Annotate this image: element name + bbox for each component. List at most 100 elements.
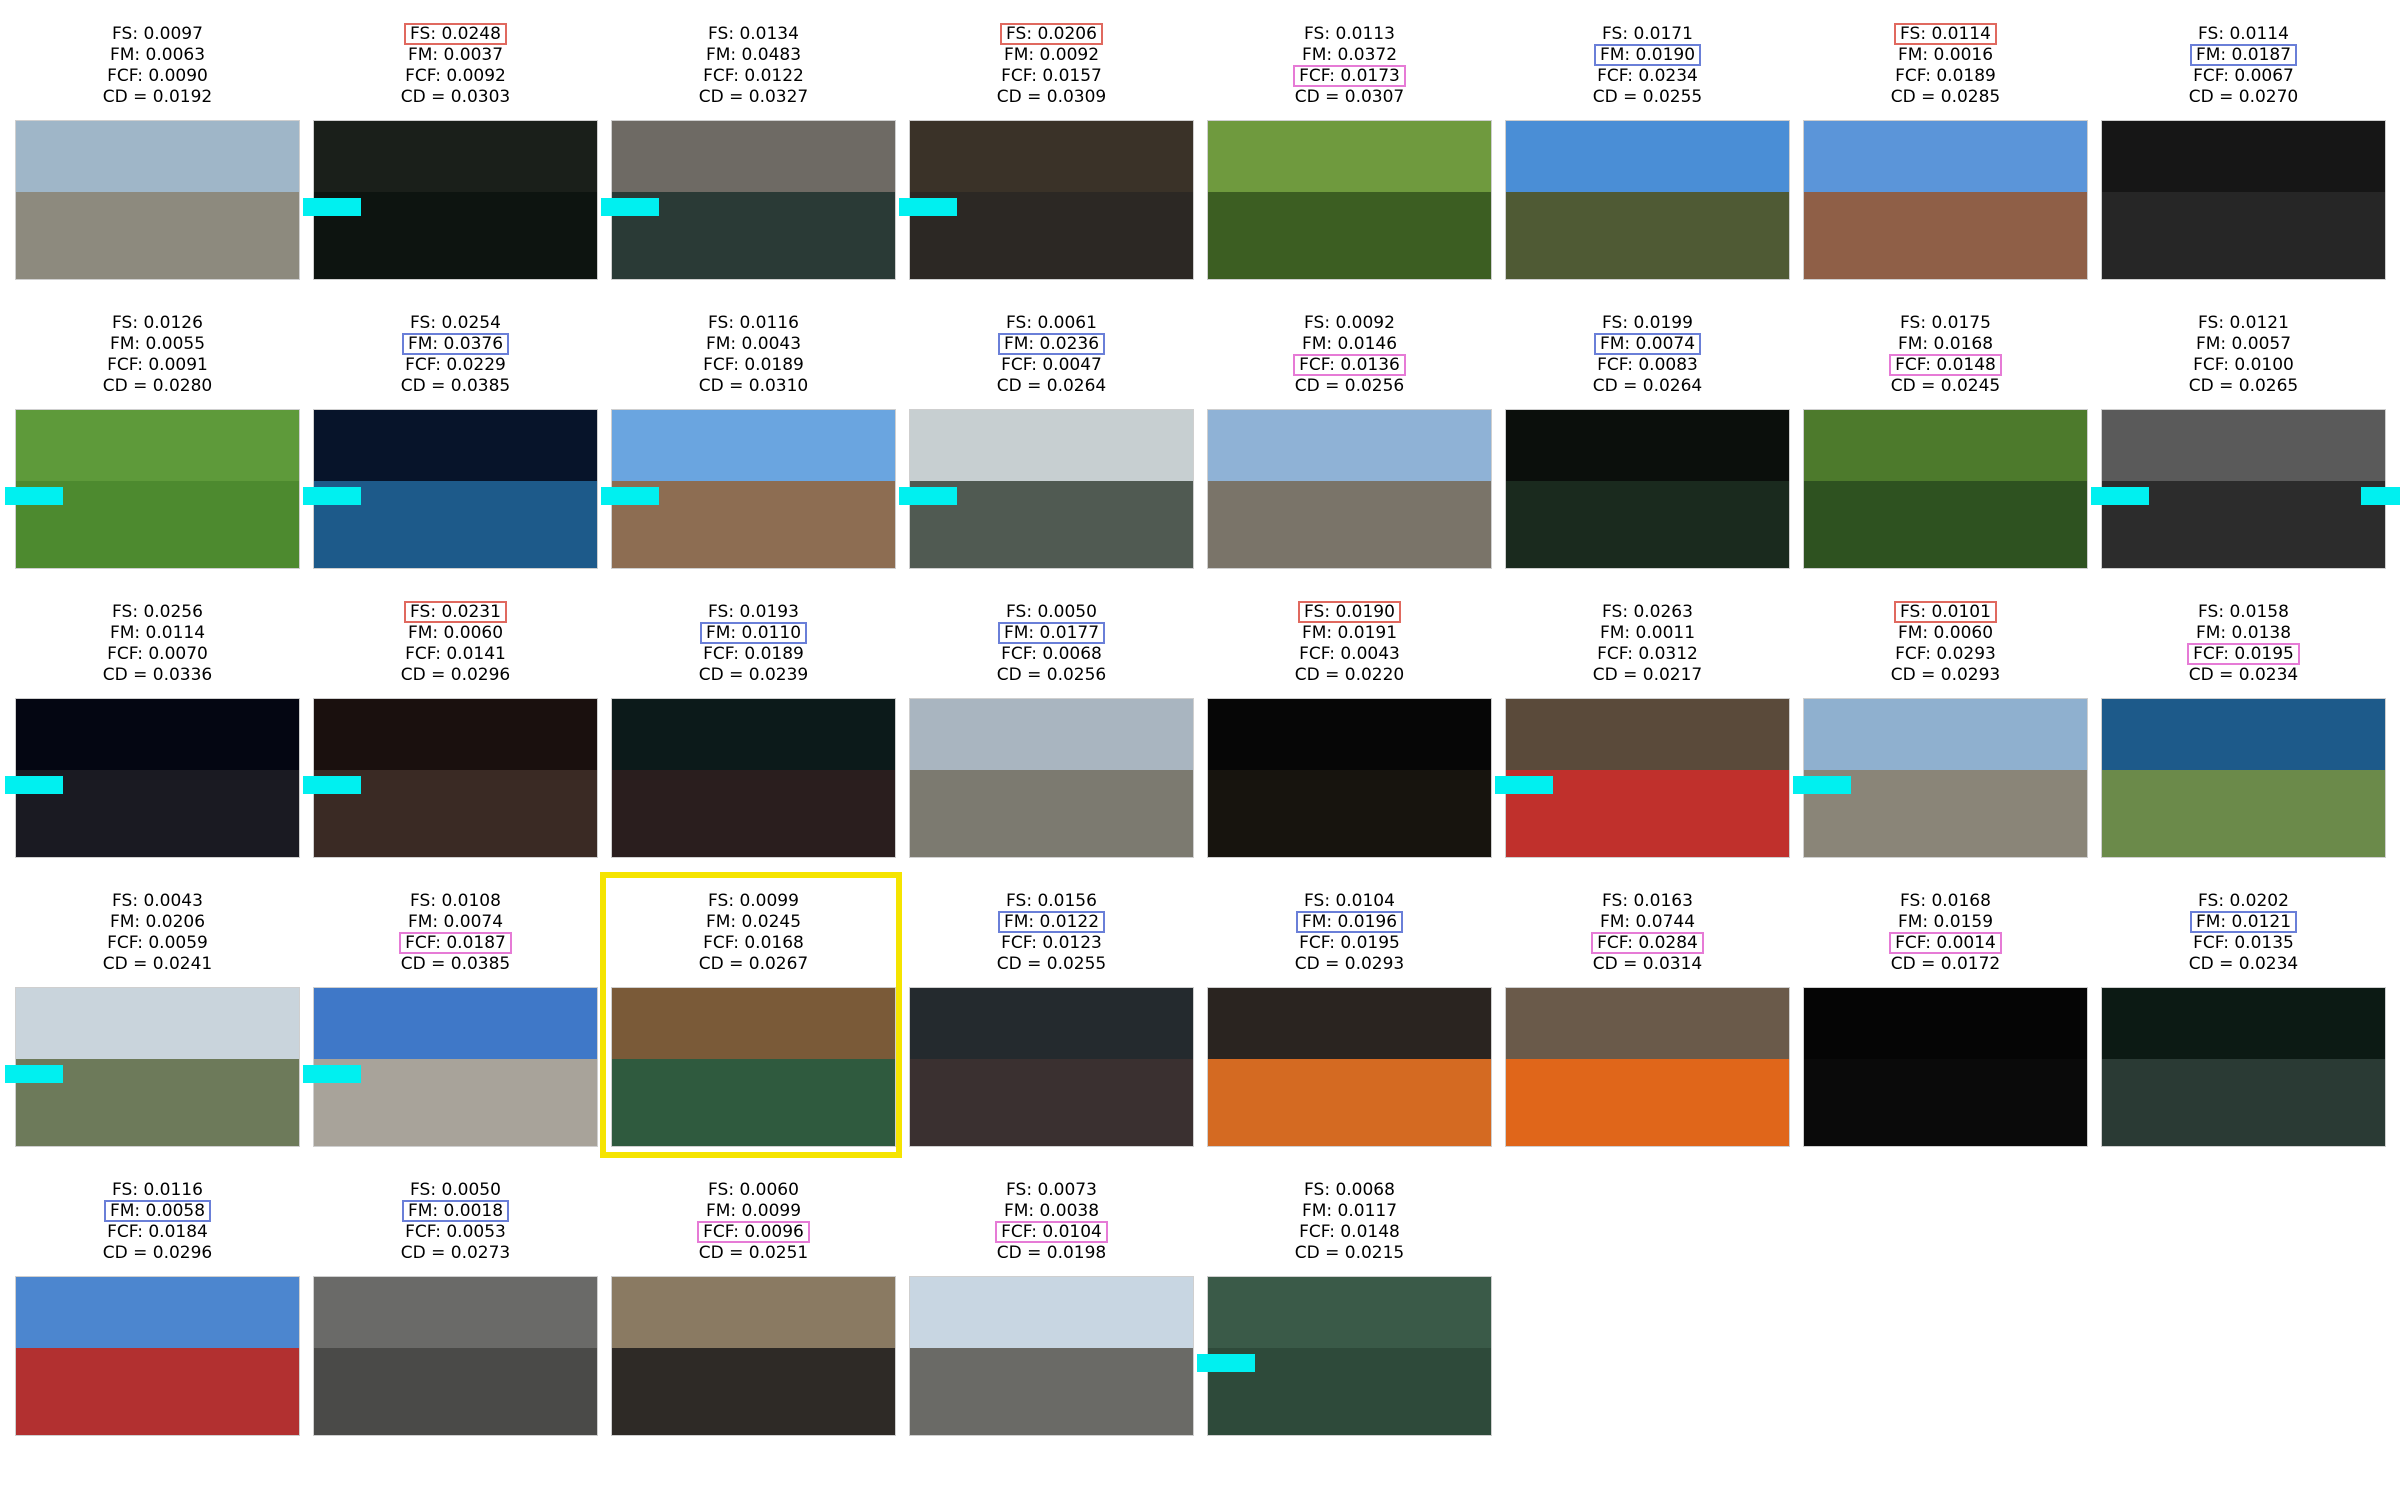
metric-fm-line: FM: 0.0018 <box>313 1200 598 1222</box>
metric-fs-line: FS: 0.0043 <box>15 891 300 911</box>
thumbnail-lower <box>1804 192 2087 279</box>
metric-fm: FM: 0.0043 <box>705 334 802 354</box>
metric-fcf: FCF: 0.0100 <box>2193 355 2294 375</box>
metric-fcf: FCF: 0.0173 <box>1293 65 1406 87</box>
metric-fm-line: FM: 0.0196 <box>1207 911 1492 933</box>
thumbnail-upper <box>314 121 597 193</box>
result-cell: FS: 0.0116 FM: 0.0058 FCF: 0.0184 CD = 0.02… <box>15 1178 300 1448</box>
thumbnail-upper <box>1804 988 2087 1060</box>
metric-fcf: FCF: 0.0014 <box>1889 932 2002 954</box>
thumbnail-lower <box>910 770 1193 857</box>
metric-cd: CD = 0.0245 <box>1890 376 2001 396</box>
thumbnail-upper <box>2102 988 2385 1060</box>
thumbnail-upper <box>910 121 1193 193</box>
thumbnail-upper <box>1208 1277 1491 1349</box>
thumbnail-upper <box>1506 988 1789 1060</box>
metric-fcf-line: FCF: 0.0187 <box>313 932 598 954</box>
thumbnail-lower <box>1208 1059 1491 1146</box>
metric-fcf: FCF: 0.0123 <box>1001 933 1102 953</box>
cut-marker <box>5 1065 63 1083</box>
cut-marker <box>601 198 659 216</box>
metric-fm: FM: 0.0074 <box>1593 333 1702 355</box>
metric-fcf-line: FCF: 0.0091 <box>15 355 300 375</box>
metric-fcf: FCF: 0.0092 <box>405 66 506 86</box>
metric-fm-line: FM: 0.0114 <box>15 623 300 643</box>
thumbnail-upper <box>1804 699 2087 771</box>
metric-fcf-line: FCF: 0.0234 <box>1505 66 1790 86</box>
cut-marker <box>1793 776 1851 794</box>
metric-fm-line: FM: 0.0372 <box>1207 45 1492 65</box>
result-cell: FS: 0.0050 FM: 0.0018 FCF: 0.0053 CD = 0.02… <box>313 1178 598 1448</box>
metric-fs: FS: 0.0121 <box>2198 313 2289 333</box>
metric-fcf-line: FCF: 0.0123 <box>909 933 1194 953</box>
metric-cd: CD = 0.0385 <box>400 954 511 974</box>
metric-fs: FS: 0.0097 <box>112 24 203 44</box>
metric-fcf: FCF: 0.0096 <box>697 1221 810 1243</box>
metric-cd: CD = 0.0255 <box>996 954 1107 974</box>
metric-fm: FM: 0.0092 <box>1003 45 1100 65</box>
metric-fcf-line: FCF: 0.0195 <box>1207 933 1492 953</box>
video-frame-thumbnail <box>1207 409 1492 569</box>
metric-cd-line: CD = 0.0172 <box>1803 954 2088 974</box>
metric-fm: FM: 0.0114 <box>109 623 206 643</box>
metric-fs: FS: 0.0073 <box>1006 1180 1097 1200</box>
metric-fcf-line: FCF: 0.0104 <box>909 1221 1194 1243</box>
metric-fcf-line: FCF: 0.0141 <box>313 644 598 664</box>
metric-fcf-line: FCF: 0.0229 <box>313 355 598 375</box>
metric-fs: FS: 0.0108 <box>410 891 501 911</box>
metric-cd-line: CD = 0.0280 <box>15 376 300 396</box>
metric-fm-line: FM: 0.0016 <box>1803 45 2088 65</box>
metric-fs: FS: 0.0060 <box>708 1180 799 1200</box>
result-cell: FS: 0.0206 FM: 0.0092 FCF: 0.0157 CD = 0.03… <box>909 22 1194 292</box>
metric-fs-line: FS: 0.0092 <box>1207 313 1492 333</box>
metric-fs: FS: 0.0116 <box>112 1180 203 1200</box>
video-frame-thumbnail <box>15 1276 300 1436</box>
metric-fm-line: FM: 0.0122 <box>909 911 1194 933</box>
metric-fcf-line: FCF: 0.0096 <box>611 1221 896 1243</box>
cut-marker <box>1197 1354 1255 1372</box>
metric-cd-line: CD = 0.0310 <box>611 376 896 396</box>
metric-cd: CD = 0.0293 <box>1294 954 1405 974</box>
metric-fs-line: FS: 0.0104 <box>1207 891 1492 911</box>
metric-fcf: FCF: 0.0090 <box>107 66 208 86</box>
metric-fs-line: FS: 0.0097 <box>15 24 300 44</box>
metric-fm: FM: 0.0159 <box>1897 912 1994 932</box>
thumbnail-upper <box>16 410 299 482</box>
metric-fs: FS: 0.0104 <box>1304 891 1395 911</box>
result-cell: FS: 0.0097 FM: 0.0063 FCF: 0.0090 CD = 0.01… <box>15 22 300 292</box>
result-cell: FS: 0.0193 FM: 0.0110 FCF: 0.0189 CD = 0.02… <box>611 600 896 870</box>
result-cell: FS: 0.0104 FM: 0.0196 FCF: 0.0195 CD = 0.02… <box>1207 889 1492 1159</box>
result-cell: FS: 0.0126 FM: 0.0055 FCF: 0.0091 CD = 0.02… <box>15 311 300 581</box>
metric-fs: FS: 0.0193 <box>708 602 799 622</box>
metric-fs: FS: 0.0256 <box>112 602 203 622</box>
metric-cd-line: CD = 0.0265 <box>2101 376 2386 396</box>
metric-fm-line: FM: 0.0092 <box>909 45 1194 65</box>
thumbnail-upper <box>910 988 1193 1060</box>
metric-fs: FS: 0.0050 <box>410 1180 501 1200</box>
metric-fs: FS: 0.0254 <box>410 313 501 333</box>
metric-fcf-line: FCF: 0.0083 <box>1505 355 1790 375</box>
result-cell: FS: 0.0171 FM: 0.0190 FCF: 0.0234 CD = 0.02… <box>1505 22 1790 292</box>
metric-cd-line: CD = 0.0251 <box>611 1243 896 1263</box>
metric-fs-line: FS: 0.0113 <box>1207 24 1492 44</box>
result-cell: FS: 0.0114 FM: 0.0016 FCF: 0.0189 CD = 0.02… <box>1803 22 2088 292</box>
metric-fcf: FCF: 0.0189 <box>703 355 804 375</box>
cut-marker <box>2361 487 2400 505</box>
metric-cd-line: CD = 0.0245 <box>1803 376 2088 396</box>
metric-fcf-line: FCF: 0.0053 <box>313 1222 598 1242</box>
metric-fcf-line: FCF: 0.0070 <box>15 644 300 664</box>
video-frame-thumbnail <box>2101 987 2386 1147</box>
video-frame-thumbnail <box>1803 409 2088 569</box>
metric-cd: CD = 0.0241 <box>102 954 213 974</box>
thumbnail-upper <box>314 410 597 482</box>
thumbnail-upper <box>2102 410 2385 482</box>
metric-fm: FM: 0.0196 <box>1295 911 1404 933</box>
metric-cd-line: CD = 0.0215 <box>1207 1243 1492 1263</box>
metric-cd-line: CD = 0.0314 <box>1505 954 1790 974</box>
metric-fcf-line: FCF: 0.0157 <box>909 66 1194 86</box>
metric-fs-line: FS: 0.0206 <box>909 23 1194 45</box>
metric-fm: FM: 0.0177 <box>997 622 1106 644</box>
metric-fs: FS: 0.0050 <box>1006 602 1097 622</box>
result-cell: FS: 0.0231 FM: 0.0060 FCF: 0.0141 CD = 0.02… <box>313 600 598 870</box>
metric-fm-line: FM: 0.0055 <box>15 334 300 354</box>
